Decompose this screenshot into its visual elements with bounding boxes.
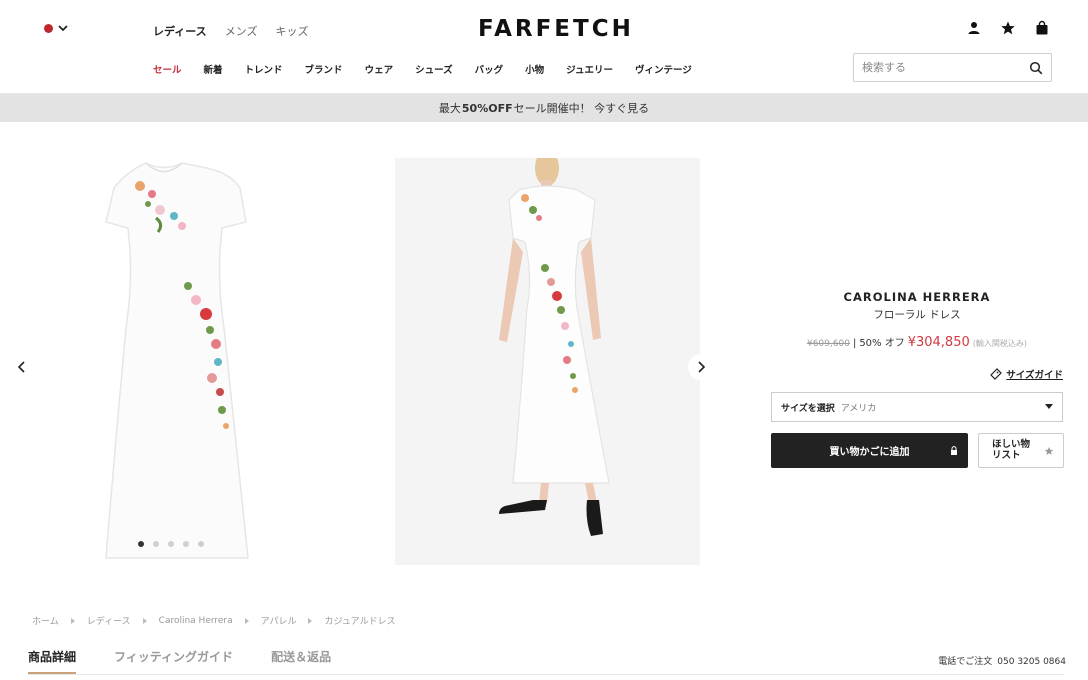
size-guide-label: サイズガイド (1006, 370, 1063, 381)
wishlist-label-line1: ほしい物 (992, 438, 1031, 450)
gallery-dot[interactable] (198, 541, 204, 547)
tab-divider (28, 674, 1064, 675)
caret-down-icon (1045, 404, 1053, 409)
phone-order: 電話でご注文 050 3205 0864 (938, 654, 1066, 667)
chevron-right-icon (698, 361, 706, 373)
breadcrumb-casual-dresses[interactable]: カジュアルドレス (324, 614, 395, 627)
tab-product-details[interactable]: 商品詳細 (28, 648, 77, 674)
site-header: レディース メンズ キッズ FARFETCH セール 新着 トレンド ブランド … (0, 0, 1088, 94)
product-name: フローラル ドレス (873, 309, 961, 321)
breadcrumb: ホーム レディース Carolina Herrera アパレル カジュアルドレス (32, 614, 396, 628)
product-image-front[interactable] (60, 158, 306, 565)
category-nav: セール 新着 トレンド ブランド ウェア シューズ バッグ 小物 ジュエリー ヴ… (153, 62, 692, 76)
product-info: CAROLINA HERRERA フローラル ドレス ¥609,600 | 50% … (771, 290, 1064, 468)
category-trends[interactable]: トレンド (245, 62, 283, 76)
add-to-bag-button[interactable]: 買い物かごに追加 (771, 433, 968, 468)
promo-highlight: 50%OFF (461, 101, 513, 115)
breadcrumb-brand[interactable]: Carolina Herrera (159, 616, 233, 626)
category-brands[interactable]: ブランド (305, 62, 343, 76)
promo-banner[interactable]: 最大 50%OFF セール開催中！ 今すぐ見る (0, 94, 1088, 122)
user-icon[interactable] (966, 20, 982, 36)
search-box (853, 53, 1052, 82)
size-select-value: アメリカ (840, 403, 877, 414)
lock-icon (951, 446, 957, 455)
breadcrumb-arrow-icon (308, 617, 313, 624)
gallery-dot[interactable] (138, 541, 144, 547)
tax-note: (輸入関税込み) (972, 339, 1027, 348)
search-icon[interactable] (1029, 61, 1043, 75)
add-to-bag-label: 買い物かごに追加 (829, 447, 910, 458)
category-jewelry[interactable]: ジュエリー (566, 62, 613, 76)
size-select-dropdown[interactable]: サイズを選択 アメリカ (771, 392, 1063, 422)
breadcrumb-home[interactable]: ホーム (32, 614, 59, 627)
original-price: ¥609,600 (806, 339, 850, 349)
gallery-dot[interactable] (153, 541, 159, 547)
gallery-next-button[interactable] (688, 354, 714, 380)
category-accessories[interactable]: 小物 (525, 62, 544, 76)
size-guide-link[interactable]: サイズガイド (990, 367, 1063, 381)
promo-prefix: 最大 (438, 102, 461, 115)
wishlist-label-line2: リスト (992, 449, 1021, 461)
tab-shipping-returns[interactable]: 配送＆返品 (271, 648, 331, 674)
size-select-label: サイズを選択 (781, 403, 835, 414)
category-bags[interactable]: バッグ (475, 62, 504, 76)
wishlist-label: ほしい物 リスト (992, 438, 1031, 462)
brand-name[interactable]: CAROLINA HERRERA (771, 290, 1063, 304)
country-selector[interactable] (44, 22, 69, 34)
category-new-in[interactable]: 新着 (204, 62, 223, 76)
category-sale[interactable]: セール (153, 62, 182, 76)
gender-nav: レディース メンズ キッズ (153, 23, 308, 39)
category-shoes[interactable]: シューズ (415, 62, 453, 76)
price-separator: | (852, 338, 857, 349)
tab-fitting-guide[interactable]: フィッティングガイド (114, 648, 233, 674)
account-icons (966, 20, 1050, 36)
category-vintage[interactable]: ヴィンテージ (635, 62, 692, 76)
discount-label: 50% オフ (859, 338, 905, 349)
chevron-left-icon (17, 361, 25, 373)
star-outline-icon (1044, 446, 1054, 455)
japan-flag-icon (44, 23, 53, 33)
dress-front-illustration (105, 162, 249, 559)
model-wearing-dress-illustration (395, 158, 700, 565)
gender-nav-kids[interactable]: キッズ (275, 23, 308, 39)
breadcrumb-apparel[interactable]: アパレル (261, 614, 297, 627)
wishlist-button[interactable]: ほしい物 リスト (978, 433, 1064, 468)
product-image-model[interactable] (395, 158, 700, 565)
product-tabs: 商品詳細 フィッティングガイド 配送＆返品 (28, 648, 331, 674)
star-icon[interactable] (1000, 20, 1016, 36)
breadcrumb-women[interactable]: レディース (87, 614, 131, 627)
search-input[interactable] (862, 61, 1022, 74)
gallery-pagination (138, 541, 204, 547)
shopping-bag-icon[interactable] (1034, 20, 1050, 36)
farfetch-logo[interactable]: FARFETCH (478, 16, 634, 42)
breadcrumb-arrow-icon (244, 617, 249, 624)
gallery-dot[interactable] (183, 541, 189, 547)
ruler-tag-icon (990, 368, 1003, 380)
gender-nav-women[interactable]: レディース (153, 23, 207, 39)
breadcrumb-arrow-icon (70, 617, 75, 624)
chevron-down-icon (58, 25, 68, 32)
category-clothing[interactable]: ウェア (365, 62, 394, 76)
sale-price: ¥304,850 (907, 335, 970, 350)
breadcrumb-arrow-icon (142, 617, 147, 624)
price-row: ¥609,600 | 50% オフ ¥304,850 (輸入関税込み) (771, 334, 1063, 350)
gallery-prev-button[interactable] (12, 357, 32, 377)
gallery-dot[interactable] (168, 541, 174, 547)
phone-order-label: 電話でご注文 (938, 657, 993, 667)
gender-nav-men[interactable]: メンズ (225, 23, 258, 39)
phone-order-number[interactable]: 050 3205 0864 (997, 657, 1066, 667)
promo-suffix: セール開催中！ 今すぐ見る (513, 102, 650, 115)
